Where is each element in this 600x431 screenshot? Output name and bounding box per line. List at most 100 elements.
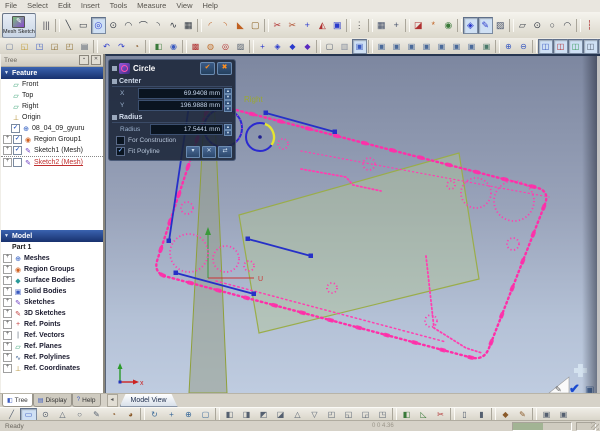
construction-line-icon[interactable]: ┆: [582, 17, 597, 34]
show-surfaces-icon[interactable]: ▣: [404, 39, 419, 54]
toggle-axes-icon[interactable]: ◫: [553, 39, 568, 54]
spline-tool-icon[interactable]: ∿: [166, 17, 181, 34]
open-file-icon[interactable]: ◱: [17, 39, 32, 54]
pattern-tool-icon[interactable]: ▦: [374, 17, 389, 34]
print-icon[interactable]: ▤: [77, 39, 92, 54]
auto-sketch-icon[interactable]: *: [426, 17, 441, 34]
pin-panel-icon[interactable]: ▪: [79, 55, 89, 65]
undo-icon[interactable]: ↶: [99, 39, 114, 54]
expander-icon[interactable]: +: [3, 320, 12, 329]
visibility-checkbox[interactable]: ✓: [13, 135, 22, 144]
expander-icon[interactable]: +: [3, 353, 12, 362]
zoom-fit-icon[interactable]: ◆: [285, 39, 300, 54]
export-icon[interactable]: ◰: [62, 39, 77, 54]
tree-item-region-group1[interactable]: +✓◉Region Group1: [1, 134, 103, 145]
trim-tool-icon[interactable]: ✂: [270, 17, 285, 34]
menu-select[interactable]: Select: [22, 0, 53, 12]
expander-icon[interactable]: +: [3, 309, 12, 318]
center-circle-tool-icon[interactable]: ⊙: [106, 17, 121, 34]
expander-icon[interactable]: +: [3, 254, 12, 263]
tree-item-meshes[interactable]: +⊕Meshes: [1, 253, 103, 264]
model-section-header[interactable]: ▼ Model: [1, 230, 103, 242]
panel-tab-tree[interactable]: ◧Tree: [2, 394, 33, 407]
convert-entities-icon[interactable]: ◪: [411, 17, 426, 34]
expander-icon[interactable]: +: [3, 331, 12, 340]
toggle-background-icon[interactable]: ◫: [583, 39, 598, 54]
grid-convert-tool-icon[interactable]: ▦: [181, 17, 196, 34]
fit-merge-icon[interactable]: ⇄: [218, 146, 232, 158]
radius-section-expander-icon[interactable]: [112, 115, 117, 120]
display-mode-icon[interactable]: ◧: [151, 39, 166, 54]
visibility-checkbox[interactable]: [13, 158, 22, 167]
ok-button[interactable]: ✔: [200, 62, 215, 75]
model-view-tab[interactable]: Model View: [120, 394, 178, 407]
model-viewport[interactable]: Right U: [105, 54, 600, 393]
sketch-options-icon[interactable]: ▨: [493, 17, 508, 34]
tree-item-ref-planes[interactable]: +▱Ref. Planes: [1, 341, 103, 352]
shaded-mode-icon[interactable]: ▣: [352, 39, 367, 54]
polygon-tool-icon[interactable]: ▱: [515, 17, 530, 34]
show-sketches-icon[interactable]: ▣: [434, 39, 449, 54]
tree-item-ref-vectors[interactable]: +|Ref. Vectors: [1, 330, 103, 341]
expander-icon[interactable]: +: [3, 276, 12, 285]
fit-split-icon[interactable]: ✕: [202, 146, 216, 158]
tree-item-part-1[interactable]: Part 1: [1, 242, 103, 253]
save-file-icon[interactable]: ◳: [32, 39, 47, 54]
show-points-icon[interactable]: ▣: [464, 39, 479, 54]
zoom-out-icon[interactable]: ⊖: [516, 39, 531, 54]
tree-item-sketches[interactable]: +✎Sketches: [1, 297, 103, 308]
y-field[interactable]: 196.9888 mm: [138, 100, 223, 111]
expander-icon[interactable]: +: [3, 298, 12, 307]
show-mesh-icon[interactable]: ▣: [374, 39, 389, 54]
split-tool-icon[interactable]: ✂: [285, 17, 300, 34]
expander-icon[interactable]: +: [3, 135, 12, 144]
panel-tab-help[interactable]: ?Help: [72, 394, 101, 407]
menu-measure[interactable]: Measure: [132, 0, 171, 12]
line-tool-icon[interactable]: ╲: [61, 17, 76, 34]
tab-scroll-left-icon[interactable]: ◂: [107, 394, 118, 407]
smart-dimension-icon[interactable]: ◉: [441, 17, 456, 34]
expander-icon[interactable]: +: [3, 146, 12, 155]
tree-item-ref-coordinates[interactable]: +⊥Ref. Coordinates: [1, 363, 103, 374]
expander-icon[interactable]: +: [3, 158, 12, 167]
radius-stepper[interactable]: ▲▼: [224, 124, 232, 135]
menu-view[interactable]: View: [171, 0, 197, 12]
menu-edit[interactable]: Edit: [53, 0, 76, 12]
rebuild-icon[interactable]: ◔: [129, 39, 144, 54]
menu-help[interactable]: Help: [197, 0, 222, 12]
redraw-sketch-icon[interactable]: ✎: [478, 17, 493, 34]
confirm-check-icon[interactable]: ✔: [569, 381, 580, 393]
fit-polyline-checkbox[interactable]: ✓: [116, 147, 125, 156]
tree-item-solid-bodies[interactable]: +▣Solid Bodies: [1, 286, 103, 297]
region-filter-icon[interactable]: ◍: [203, 39, 218, 54]
mesh-sketch-button[interactable]: ✎ Mesh Sketch: [2, 13, 36, 38]
mesh-filter-icon[interactable]: ▩: [188, 39, 203, 54]
resize-grip[interactable]: [591, 423, 599, 430]
feature-section-header[interactable]: ▼ Feature: [1, 67, 103, 79]
zoom-in-icon[interactable]: ⊕: [501, 39, 516, 54]
all-filter-icon[interactable]: ▨: [233, 39, 248, 54]
expander-icon[interactable]: +: [3, 364, 12, 373]
menu-tools[interactable]: Tools: [105, 0, 133, 12]
new-file-icon[interactable]: ▢: [2, 39, 17, 54]
y-stepper[interactable]: ▲▼: [224, 100, 232, 111]
tree-item-sketch1-mesh-[interactable]: +✓✎Sketch1 (Mesh): [1, 145, 103, 156]
viewpoint-icon[interactable]: ◉: [166, 39, 181, 54]
tree-item-ref-polylines[interactable]: +∿Ref. Polylines: [1, 352, 103, 363]
mesh-fit-icon[interactable]: ◈: [463, 17, 478, 34]
selection-mode-icon[interactable]: |||: [39, 17, 54, 34]
center-section-expander-icon[interactable]: [112, 79, 117, 84]
tree-item-right[interactable]: ▱Right: [1, 101, 103, 112]
tangent-arc-tool-icon[interactable]: ◝: [151, 17, 166, 34]
menu-insert[interactable]: Insert: [76, 0, 105, 12]
fit-direction-icon[interactable]: ▾: [186, 146, 200, 158]
for-construction-checkbox[interactable]: [116, 136, 125, 145]
curve-filter-icon[interactable]: ◎: [218, 39, 233, 54]
expander-icon[interactable]: +: [3, 265, 12, 274]
move-entities-icon[interactable]: +: [389, 17, 404, 34]
cancel-button[interactable]: ✖: [217, 62, 232, 75]
tree-item-front[interactable]: ▱Front: [1, 79, 103, 90]
fit-circle-tool-icon[interactable]: ⊙: [530, 17, 545, 34]
arc-tool-icon[interactable]: ◠: [121, 17, 136, 34]
mirror-tool-icon[interactable]: ◭: [315, 17, 330, 34]
